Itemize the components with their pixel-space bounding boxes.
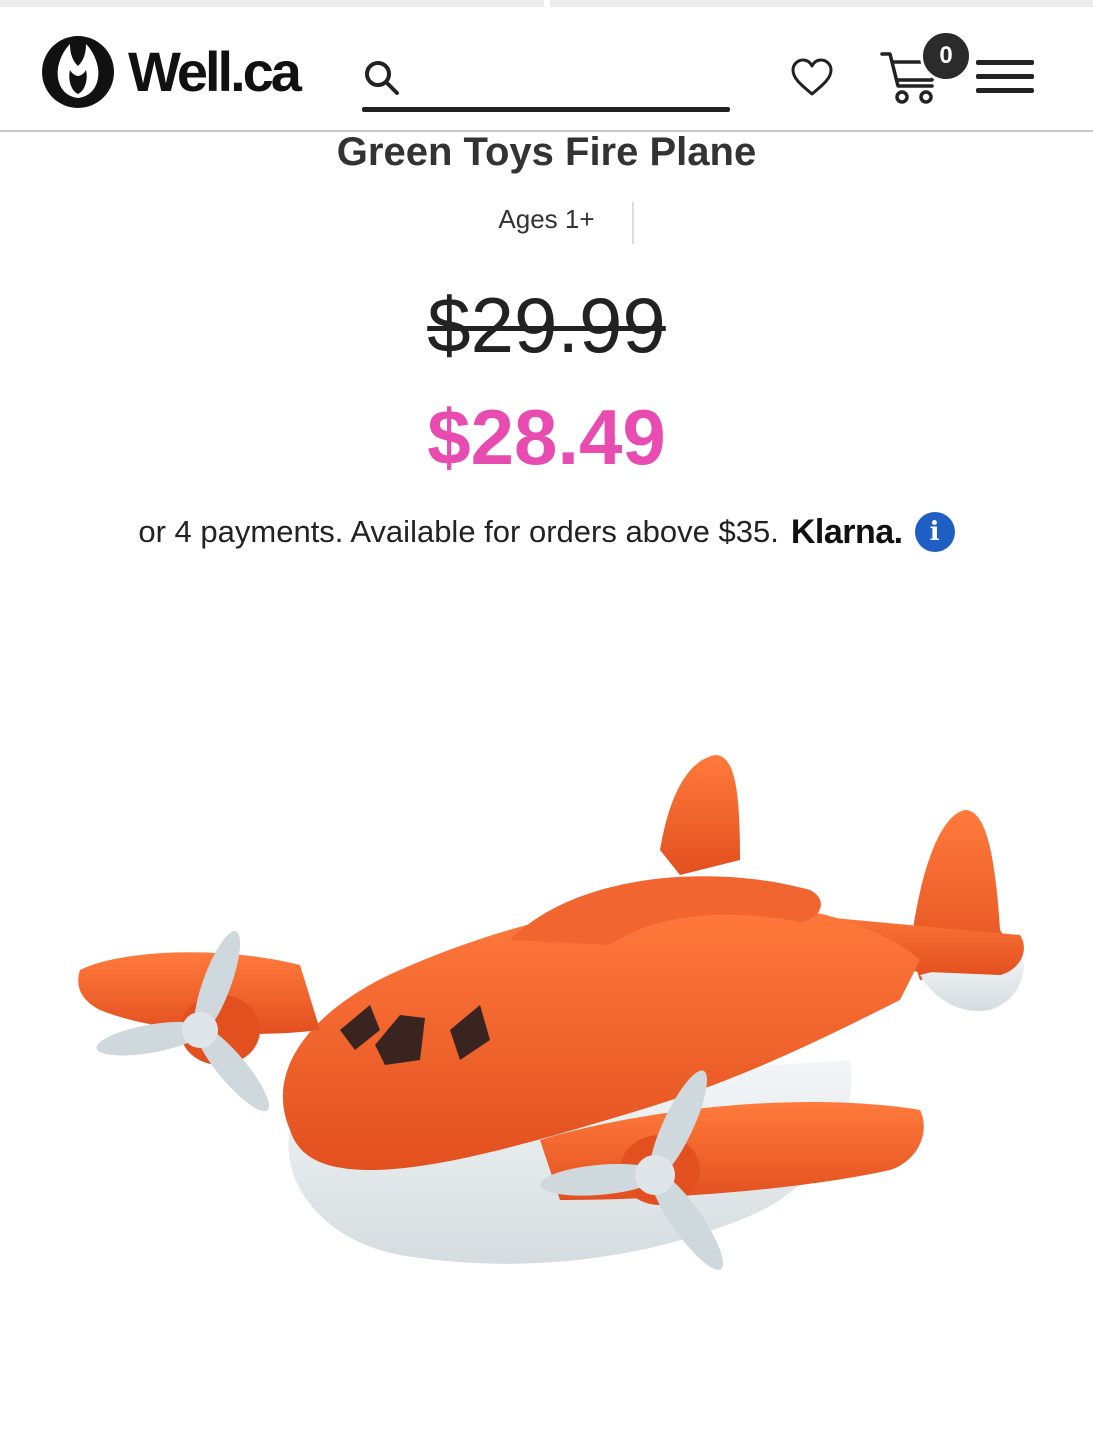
search-icon[interactable] — [362, 58, 402, 98]
ages-divider — [632, 202, 634, 244]
installment-info: or 4 payments. Available for orders abov… — [0, 508, 1093, 556]
strip-segment-left — [0, 0, 544, 7]
original-price: $29.99 — [427, 281, 666, 369]
strip-segment-right — [550, 0, 1093, 7]
heart-icon[interactable] — [790, 56, 834, 100]
sale-price: $28.49 — [427, 393, 666, 481]
plane-illustration — [78, 755, 1024, 1270]
site-logo[interactable]: Well.ca — [40, 32, 330, 112]
product-image[interactable] — [40, 700, 1050, 1400]
age-range: Ages 1+ — [498, 204, 595, 234]
klarna-logo: Klarna. — [790, 512, 903, 551]
logo-tulip-icon — [42, 36, 114, 108]
menu-icon[interactable] — [976, 60, 1036, 100]
search-underline — [362, 107, 730, 112]
search-input[interactable] — [404, 56, 730, 102]
menu-line — [976, 74, 1034, 79]
logo-text: Well.ca — [128, 40, 302, 103]
top-status-strip — [0, 0, 1093, 8]
search-bar[interactable] — [362, 56, 730, 112]
menu-line — [976, 60, 1034, 65]
site-header: Well.ca 0 — [0, 8, 1093, 132]
menu-line — [976, 88, 1034, 93]
cart-count-badge[interactable]: 0 — [920, 30, 972, 82]
info-icon[interactable]: i — [914, 512, 955, 552]
installment-text: or 4 payments. Available for orders abov… — [138, 514, 779, 549]
product-title: Green Toys Fire Plane — [336, 130, 757, 174]
